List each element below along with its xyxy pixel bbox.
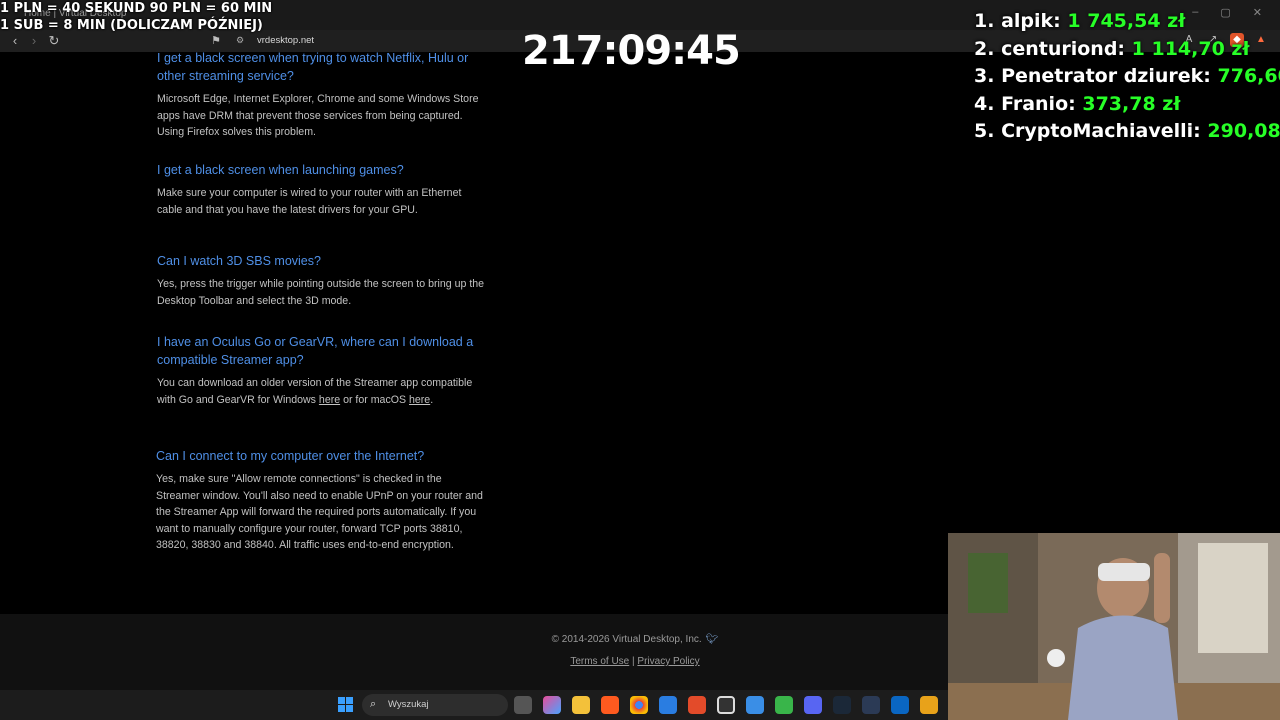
donation-rules-overlay: 1 PLN = 40 SEKUND 90 PLN = 60 MIN 1 SUB … (0, 0, 272, 34)
bookmark-icon[interactable]: ⚑ (207, 32, 225, 50)
faq-question: Can I connect to my computer over the In… (156, 449, 425, 463)
windows-start-icon[interactable] (338, 697, 354, 713)
leaderboard-name: CryptoMachiavelli: (1001, 120, 1201, 142)
android-icon[interactable] (775, 696, 793, 714)
donation-leaderboard: 1. alpik: 1 745,54 zł 2. centuriond: 1 1… (974, 8, 1280, 146)
steam-icon[interactable] (833, 696, 851, 714)
leaderboard-rank: 1. (974, 10, 995, 32)
privacy-link[interactable]: Privacy Policy (637, 656, 699, 667)
site-info-icon[interactable]: ⚙ (236, 35, 248, 47)
faq-answer: Yes, press the trigger while pointing ou… (157, 278, 485, 307)
subathon-timer: 217:09:45 (522, 28, 741, 74)
brave-icon[interactable] (601, 696, 619, 714)
faq-answer-text: or for macOS (340, 393, 409, 406)
faq-item: Can I watch 3D SBS movies? Yes, press th… (157, 252, 487, 309)
leaderboard-rank: 2. (974, 37, 995, 60)
link-separator: | (632, 656, 635, 667)
copyright-text: © 2014-2026 Virtual Desktop, Inc. (551, 634, 702, 645)
reload-icon[interactable]: ↻ (45, 32, 63, 50)
faq-answer-text: . (430, 393, 434, 406)
leaderboard-rank: 5. (974, 120, 995, 142)
file-explorer-icon[interactable] (572, 696, 590, 714)
leaderboard-row: 1. alpik: 1 745,54 zł (974, 8, 1280, 36)
overlay-line-2: 1 SUB = 8 MIN (DOLICZAM PÓŹNIEJ) (0, 18, 263, 33)
notepad-icon[interactable] (746, 696, 764, 714)
obs-icon[interactable] (717, 696, 735, 714)
leaderboard-amount: 1 745,54 zł (1067, 10, 1186, 32)
leaderboard-amount: 373,78 zł (1082, 92, 1181, 115)
overlay-line-1: 1 PLN = 40 SEKUND 90 PLN = 60 MIN (0, 1, 273, 16)
webcam-image (948, 533, 1280, 720)
leaderboard-amount: 776,60 zł (1217, 65, 1280, 87)
taskbar-search[interactable]: ⌕ Wyszukaj (362, 694, 508, 716)
discord-icon[interactable] (804, 696, 822, 714)
task-view-icon[interactable] (514, 696, 532, 714)
faq-answer: Make sure your computer is wired to your… (157, 187, 462, 216)
leaderboard-row: 5. CryptoMachiavelli: 290,08 zł (974, 118, 1280, 146)
faq-answer: Microsoft Edge, Internet Explorer, Chrom… (157, 93, 479, 139)
faq-question: I get a black screen when trying to watc… (157, 51, 469, 83)
leaderboard-name: Franio: (1001, 92, 1076, 115)
leaderboard-rank: 4. (974, 92, 995, 115)
search-icon: ⌕ (370, 698, 377, 710)
forward-icon[interactable]: › (25, 32, 43, 50)
leaderboard-name: centuriond: (1001, 37, 1126, 60)
back-icon[interactable]: ‹ (6, 32, 24, 50)
webcam-feed (948, 533, 1280, 720)
terms-link[interactable]: Terms of Use (570, 656, 629, 667)
address-bar[interactable]: vrdesktop.net (257, 33, 314, 49)
copilot-icon[interactable] (543, 696, 561, 714)
faq-item: I get a black screen when launching game… (157, 161, 487, 218)
faq-answer: You can download an older version of the… (157, 375, 487, 408)
store-icon[interactable] (659, 696, 677, 714)
leaderboard-amount: 290,08 zł (1207, 120, 1280, 142)
virtual-desktop-icon[interactable] (862, 696, 880, 714)
faq-answer: Yes, make sure "Allow remote connections… (156, 473, 483, 552)
pinned-apps (514, 696, 938, 714)
download-windows-link[interactable]: here (319, 394, 340, 406)
search-placeholder: Wyszukaj (388, 699, 429, 710)
leaderboard-row: 2. centuriond: 1 114,70 zł (974, 36, 1280, 64)
leaderboard-name: Penetrator dziurek: (1001, 65, 1211, 87)
folder-icon[interactable] (920, 696, 938, 714)
download-macos-link[interactable]: here (409, 394, 430, 406)
leaderboard-row: 3. Penetrator dziurek: 776,60 zł (974, 63, 1280, 91)
faq-question: I have an Oculus Go or GearVR, where can… (157, 335, 474, 367)
leaderboard-name: alpik: (1001, 10, 1061, 32)
brave-beta-icon[interactable] (688, 696, 706, 714)
leaderboard-rank: 3. (974, 65, 995, 87)
twitter-icon[interactable]: 🐦︎ (706, 634, 719, 645)
faq-question: I get a black screen when launching game… (157, 163, 404, 177)
meta-icon[interactable] (891, 696, 909, 714)
faq-item: Can I connect to my computer over the In… (156, 447, 486, 554)
faq-question: Can I watch 3D SBS movies? (157, 254, 321, 268)
chrome-icon[interactable] (630, 696, 648, 714)
leaderboard-amount: 1 114,70 zł (1131, 37, 1250, 60)
leaderboard-row: 4. Franio: 373,78 zł (974, 91, 1280, 119)
faq-item: I have an Oculus Go or GearVR, where can… (157, 333, 487, 408)
faq-item: I get a black screen when trying to watc… (157, 49, 487, 141)
